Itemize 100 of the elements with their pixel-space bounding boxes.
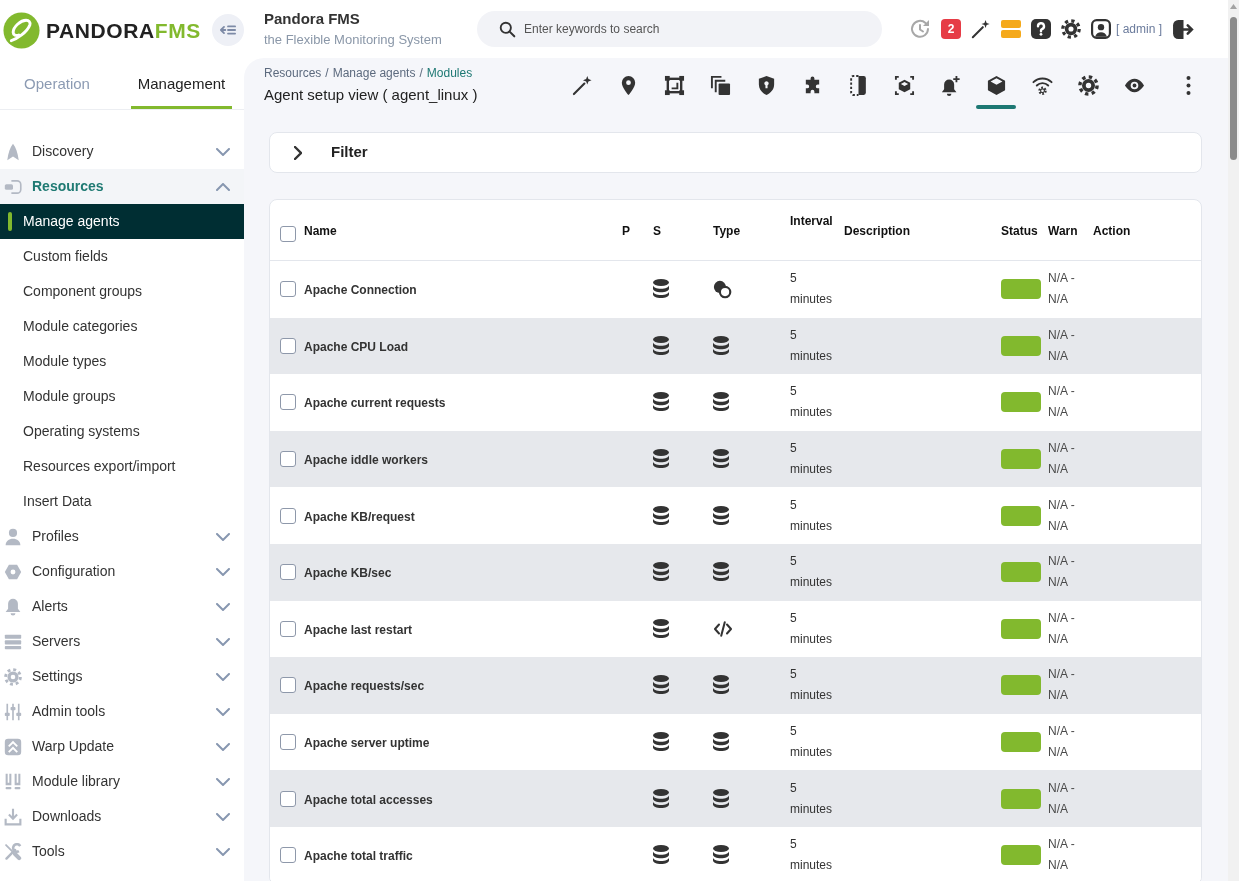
submenu-item[interactable]: Component groups [0, 274, 244, 309]
logo-text: PANDORAFMS [46, 19, 201, 41]
menu-item[interactable]: Warp Update [0, 729, 244, 764]
table-cell: Apache server uptime [304, 736, 430, 751]
sliders-icon [4, 702, 22, 721]
checkbox[interactable] [280, 281, 296, 298]
database-icon [653, 845, 669, 866]
submenu-item[interactable]: Module types [0, 344, 244, 379]
submenu-item[interactable]: Resources export/import [0, 449, 244, 484]
wifi-gear-icon [1031, 74, 1053, 96]
checkbox[interactable] [280, 620, 296, 637]
wand-icon[interactable] [971, 19, 991, 39]
frame-icon [663, 74, 685, 96]
database-icon [713, 449, 729, 470]
checkbox[interactable] [280, 507, 296, 524]
code-icon [713, 620, 733, 637]
menu-item[interactable]: Alerts [0, 589, 244, 624]
table-cell: Apache total traffic [304, 849, 413, 864]
submenu-item[interactable]: Custom fields [0, 239, 244, 274]
search-icon [499, 21, 516, 38]
wrench-screwdriver-icon [4, 842, 22, 861]
database-icon [713, 732, 729, 753]
column-header: Description [844, 224, 910, 238]
submenu-item[interactable]: Operating systems [0, 414, 244, 449]
database-icon [713, 788, 729, 809]
checkbox[interactable] [280, 564, 296, 581]
checkbox[interactable] [280, 734, 296, 751]
column-header: P [622, 224, 630, 238]
settings-icon[interactable] [1061, 19, 1081, 39]
checkbox[interactable] [280, 790, 296, 807]
notification-badge[interactable]: 2 [941, 19, 961, 39]
table-cell-text: N/A - N/A [1048, 723, 1076, 762]
wand-icon [571, 74, 593, 96]
arrow-lines-icon [220, 23, 236, 37]
menu-item[interactable]: Resources [0, 169, 244, 204]
breadcrumb-link[interactable]: Modules [426, 65, 473, 81]
checkbox[interactable] [280, 226, 296, 242]
column-header: Name [304, 224, 337, 238]
filter-toggle[interactable]: Filter [294, 141, 368, 164]
circles-icon [713, 279, 732, 299]
bell-icon [4, 597, 22, 616]
database-icon [713, 845, 729, 866]
sidebar-tab[interactable]: Management [131, 60, 232, 109]
table-cell: Apache current requests [304, 396, 446, 411]
menu-item[interactable]: Profiles [0, 519, 244, 554]
page-title: Agent setup view ( agent_linux ) [264, 85, 478, 105]
column-header: S [653, 224, 661, 238]
database-icon [653, 505, 669, 526]
logout-icon[interactable] [1172, 18, 1195, 40]
table-cell: Apache iddle workers [304, 453, 429, 468]
database-icon [713, 335, 729, 356]
user-icon[interactable] [1091, 19, 1111, 39]
chevrons-up-icon [4, 737, 22, 756]
submenu-item[interactable]: Manage agents [0, 204, 244, 239]
table-cell-text: 5 minutes [790, 383, 834, 422]
user-link[interactable]: [ admin ] [1116, 20, 1163, 38]
submenu-item[interactable]: Module groups [0, 379, 244, 414]
menu-item[interactable]: Module library [0, 764, 244, 799]
menu-item[interactable]: Discovery [0, 134, 244, 169]
menu-item[interactable]: Configuration [0, 554, 244, 589]
menu-item[interactable]: Settings [0, 659, 244, 694]
menu-item[interactable]: Downloads [0, 799, 244, 834]
table-cell: Apache total accesses [304, 792, 433, 807]
menu-item[interactable]: Servers [0, 624, 244, 659]
spire-icon [4, 142, 22, 161]
database-icon [713, 392, 729, 413]
table-cell-text: N/A - N/A [1048, 496, 1076, 535]
checkbox[interactable] [280, 394, 296, 411]
checkbox[interactable] [280, 337, 296, 354]
help-icon[interactable] [1031, 19, 1051, 39]
column-header: Type [713, 224, 741, 238]
database-icon [713, 675, 729, 696]
cube-frame-icon [893, 74, 915, 96]
column-header: Interval [790, 213, 834, 230]
collapse-button[interactable] [212, 14, 244, 46]
checkbox[interactable] [280, 847, 296, 864]
table-cell-text: N/A - N/A [1048, 383, 1076, 422]
breadcrumb-link[interactable]: Resources [264, 65, 322, 81]
table-cell-text: 5 minutes [790, 553, 834, 592]
breadcrumb-link[interactable]: Manage agents [332, 65, 416, 81]
table-cell-text: N/A - N/A [1048, 270, 1076, 309]
menu-item[interactable]: Tools [0, 834, 244, 869]
table-cell: Apache CPU Load [304, 339, 408, 354]
logo-icon [3, 11, 40, 49]
search-field[interactable]: Enter keywords to search [477, 11, 882, 47]
table-cell: Apache requests/sec [304, 679, 425, 694]
database-icon [653, 732, 669, 753]
submenu-item[interactable]: Insert Data [0, 484, 244, 519]
table-cell: Apache last restart [304, 622, 413, 637]
checkbox[interactable] [280, 451, 296, 468]
app-title: Pandora FMS [264, 9, 361, 29]
database-icon [653, 788, 669, 809]
checkbox[interactable] [280, 677, 296, 694]
scrollbar-thumb[interactable] [1230, 17, 1237, 160]
column-header: Warn [1048, 224, 1078, 238]
menu-item[interactable]: Admin tools [0, 694, 244, 729]
database-icon [653, 392, 669, 413]
gear-icon [4, 667, 22, 686]
submenu-item[interactable]: Module categories [0, 309, 244, 344]
table-cell-text: 5 minutes [790, 723, 834, 762]
